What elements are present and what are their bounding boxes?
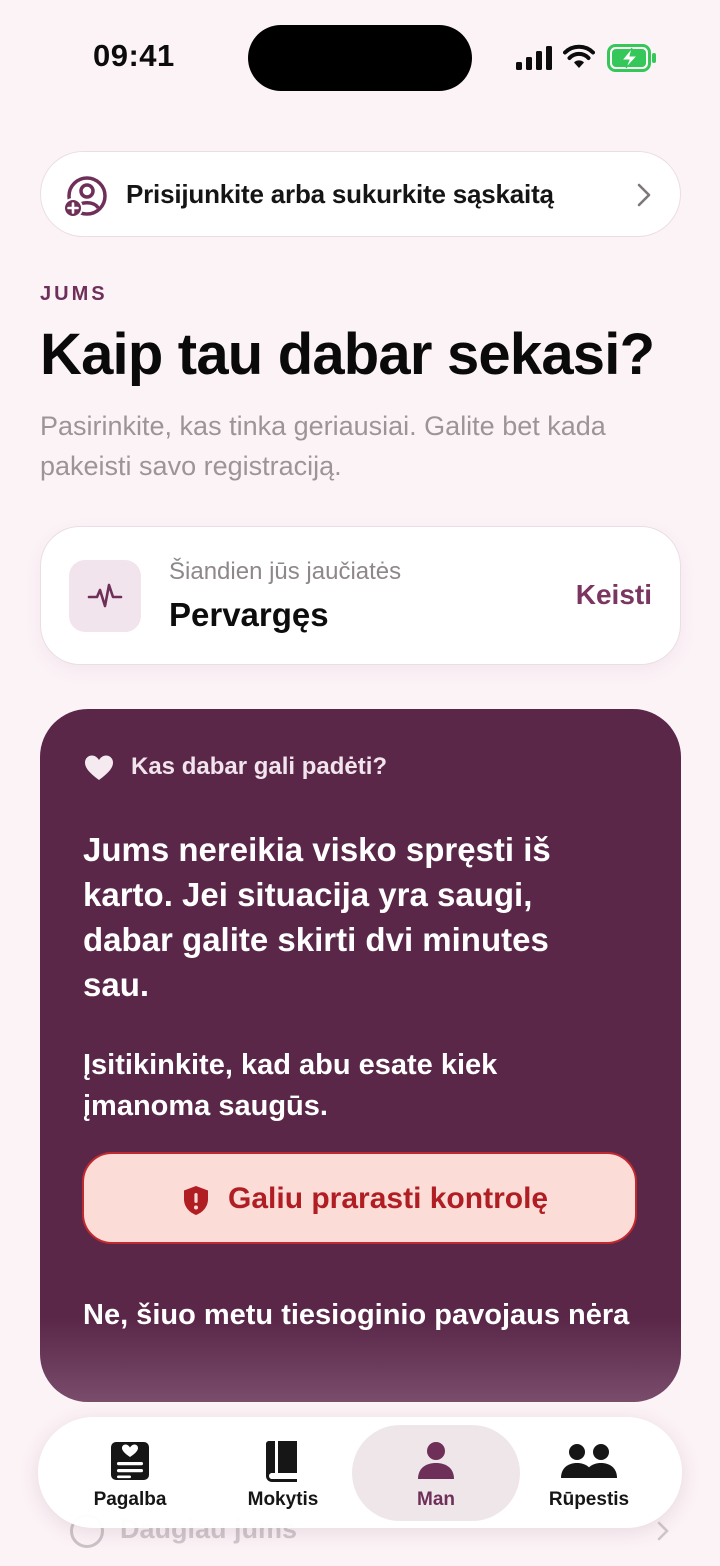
signin-label: Prisijunkite arba sukurkite sąskaitą bbox=[126, 179, 554, 209]
tab-rupestis[interactable]: Rūpestis bbox=[505, 1425, 673, 1521]
signin-banner-button[interactable]: Prisijunkite arba sukurkite sąskaitą bbox=[40, 151, 681, 237]
book-icon bbox=[266, 1441, 297, 1482]
no-danger-button[interactable]: Ne, šiuo metu tiesioginio pavojaus nėra bbox=[83, 1299, 629, 1332]
tab-bar: Pagalba Mokytis Man Rūpestis bbox=[38, 1417, 682, 1528]
status-bar: 09:41 bbox=[0, 0, 720, 110]
add-user-icon bbox=[63, 176, 107, 218]
tab-label: Man bbox=[417, 1489, 455, 1510]
person-icon bbox=[418, 1442, 454, 1479]
help-heading: Kas dabar gali padėti? bbox=[131, 753, 388, 780]
heartbeat-icon bbox=[87, 583, 123, 608]
mood-card[interactable]: Šiandien jūs jaučiatės Pervargęs Keisti bbox=[40, 526, 681, 665]
cellular-signal-icon bbox=[516, 46, 552, 70]
chevron-right-icon bbox=[657, 1521, 669, 1541]
dynamic-island bbox=[248, 25, 472, 91]
safety-note: Įsitikinkite, kad abu esate kiek įmanoma… bbox=[83, 1049, 498, 1122]
shield-alert-icon bbox=[184, 1186, 208, 1215]
help-card: Kas dabar gali padėti? Jums nereikia vis… bbox=[40, 709, 681, 1402]
help-card-icon bbox=[111, 1442, 149, 1480]
mood-value: Pervargęs bbox=[169, 596, 329, 633]
people-icon bbox=[561, 1444, 617, 1478]
page-title: Kaip tau dabar sekasi? bbox=[40, 322, 655, 387]
mood-change-button[interactable]: Keisti bbox=[576, 579, 652, 611]
section-eyebrow: JUMS bbox=[40, 283, 108, 305]
tab-mokytis[interactable]: Mokytis bbox=[199, 1425, 367, 1521]
help-message: Jums nereikia visko spręsti iš karto. Je… bbox=[83, 831, 551, 1003]
lose-control-label: Galiu prarasti kontrolę bbox=[228, 1182, 549, 1215]
screen: 09:41 Prisijunkite arba sukurkite sąskai… bbox=[0, 0, 720, 1566]
tab-man[interactable]: Man bbox=[352, 1425, 520, 1521]
lose-control-button[interactable]: Galiu prarasti kontrolę bbox=[82, 1152, 637, 1244]
wifi-icon bbox=[563, 44, 595, 68]
mood-icon-container bbox=[69, 560, 141, 632]
battery-charging-icon bbox=[607, 44, 656, 72]
tab-pagalba[interactable]: Pagalba bbox=[46, 1425, 214, 1521]
tab-label: Mokytis bbox=[247, 1489, 319, 1510]
tab-label: Pagalba bbox=[93, 1489, 167, 1510]
mood-label: Šiandien jūs jaučiatės bbox=[169, 558, 402, 585]
tab-label: Rūpestis bbox=[548, 1489, 630, 1510]
chevron-right-icon bbox=[637, 183, 651, 207]
page-subtitle: Pasirinkite, kas tinka geriausiai. Galit… bbox=[40, 411, 606, 481]
heart-icon bbox=[85, 755, 113, 780]
status-time: 09:41 bbox=[93, 38, 175, 73]
